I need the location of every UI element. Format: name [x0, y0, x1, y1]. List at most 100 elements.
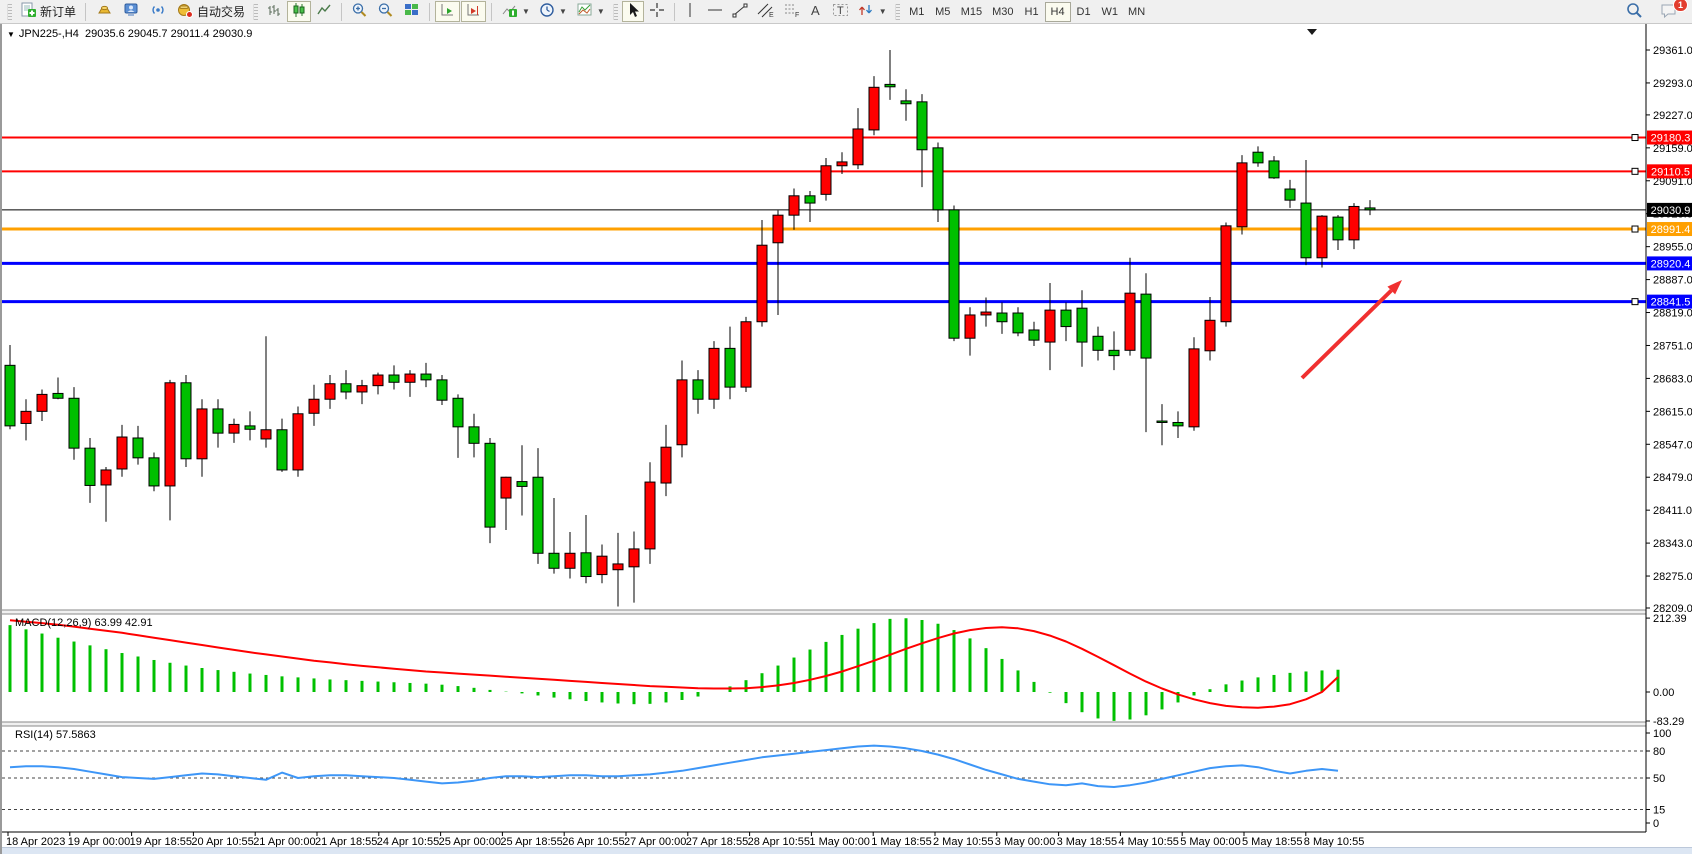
- fibonacci-button[interactable]: F: [779, 1, 804, 22]
- svg-text:28615.0: 28615.0: [1653, 406, 1692, 418]
- equidistant-channel-button[interactable]: E: [753, 1, 778, 22]
- svg-text:29159.0: 29159.0: [1653, 143, 1692, 155]
- timeframe-w1-button[interactable]: W1: [1097, 2, 1124, 22]
- line-chart-icon: [316, 2, 332, 21]
- svg-text:0.00: 0.00: [1653, 687, 1674, 699]
- trendline-icon: [732, 2, 748, 21]
- svg-text:80: 80: [1653, 746, 1665, 758]
- text-button[interactable]: A: [805, 1, 827, 22]
- new-order-button[interactable]: 新订单: [16, 1, 80, 22]
- clock-icon: [539, 2, 555, 21]
- timeframe-mn-button[interactable]: MN: [1123, 2, 1150, 22]
- timeframe-m5-button[interactable]: M5: [930, 2, 956, 22]
- arrows-icon: [858, 2, 875, 21]
- cursor-icon: [626, 2, 640, 21]
- candlestick-chart-icon: [291, 2, 307, 21]
- vertical-line-button[interactable]: [680, 1, 702, 22]
- timeframe-h1-button[interactable]: H1: [1019, 2, 1045, 22]
- tile-windows-button[interactable]: [399, 1, 424, 22]
- svg-text:-83.29: -83.29: [1653, 716, 1684, 728]
- chart-title: ▼JPN225-,H4 29035.6 29045.7 29011.4 2903…: [7, 28, 252, 40]
- level-handle[interactable]: [1632, 135, 1638, 141]
- search-button[interactable]: [1621, 1, 1647, 22]
- depth-of-market-button[interactable]: [91, 1, 117, 22]
- trend-arrow-annotation[interactable]: [1302, 280, 1402, 378]
- svg-text:28275.0: 28275.0: [1653, 571, 1692, 583]
- window-bottom-strip: [2, 847, 1692, 854]
- search-icon: [1625, 2, 1643, 22]
- macd-histogram: [10, 618, 1338, 721]
- chart-menu-arrow-icon[interactable]: ▼: [7, 30, 15, 39]
- auto-scroll-icon: [439, 2, 456, 21]
- fibonacci-icon: F: [783, 2, 800, 21]
- horizontal-level-lines[interactable]: [2, 138, 1646, 302]
- svg-text:28841.5: 28841.5: [1651, 297, 1691, 309]
- svg-text:100: 100: [1653, 728, 1671, 740]
- auto-scroll-button[interactable]: [435, 1, 460, 22]
- level-handles[interactable]: [1632, 135, 1638, 305]
- period-caret-icon: ▼: [559, 7, 567, 16]
- shapes-button[interactable]: ▼: [854, 1, 891, 22]
- text-label-button[interactable]: T: [828, 1, 853, 22]
- notifications-button[interactable]: 1: [1655, 1, 1682, 22]
- metaeditor-button[interactable]: [118, 1, 144, 22]
- time-axis[interactable]: 18 Apr 202319 Apr 00:0019 Apr 18:5520 Ap…: [6, 832, 1364, 848]
- template-button[interactable]: ▼: [572, 1, 609, 22]
- chart-shift-marker-icon[interactable]: [1307, 29, 1317, 35]
- bar-chart-button[interactable]: [262, 1, 286, 22]
- line-chart-button[interactable]: [312, 1, 336, 22]
- zoom-in-button[interactable]: [347, 1, 372, 22]
- svg-text:E: E: [769, 12, 774, 18]
- toolbar-separator: [85, 3, 86, 21]
- svg-text:28955.0: 28955.0: [1653, 242, 1692, 254]
- bar-chart-icon: [266, 2, 282, 21]
- rsi-level-lines: [2, 751, 1646, 810]
- chart-shift-marker[interactable]: [1307, 29, 1317, 35]
- level-handle[interactable]: [1632, 299, 1638, 305]
- svg-text:29180.3: 29180.3: [1651, 133, 1691, 145]
- svg-text:T: T: [837, 5, 844, 17]
- text-icon: A: [809, 2, 822, 21]
- signals-button[interactable]: [145, 1, 171, 22]
- macd-indicator-label: MACD(12,26,9) 63.99 42.91: [15, 617, 153, 629]
- svg-text:28920.4: 28920.4: [1651, 258, 1691, 270]
- vertical-line-icon: [684, 2, 696, 21]
- zoom-out-button[interactable]: [373, 1, 398, 22]
- toolbar-grip[interactable]: [7, 4, 12, 20]
- horizontal-line-icon: [707, 2, 723, 21]
- rsi-line: [10, 746, 1338, 787]
- candlestick-chart-button[interactable]: [287, 1, 311, 22]
- autotrading-icon: [176, 2, 194, 21]
- timeframe-h4-button[interactable]: H4: [1045, 2, 1071, 22]
- trendline-button[interactable]: [728, 1, 752, 22]
- cursor-button[interactable]: [622, 1, 644, 22]
- equidistant-channel-icon: E: [757, 2, 774, 21]
- crosshair-button[interactable]: [645, 1, 669, 22]
- timeframe-d1-button[interactable]: D1: [1071, 2, 1097, 22]
- chart-shift-button[interactable]: [461, 1, 486, 22]
- svg-text:29293.0: 29293.0: [1653, 78, 1692, 90]
- zoom-out-icon: [377, 2, 394, 21]
- toolbar-grip[interactable]: [253, 4, 258, 20]
- toolbar-separator: [341, 3, 342, 21]
- new-order-icon: [20, 2, 37, 21]
- toolbar-grip[interactable]: [895, 4, 900, 20]
- svg-text:28479.0: 28479.0: [1653, 472, 1692, 484]
- toolbar-separator: [491, 3, 492, 21]
- indicators-button[interactable]: ▼: [497, 1, 534, 22]
- level-handle[interactable]: [1632, 226, 1638, 232]
- timeframe-m15-button[interactable]: M15: [956, 2, 987, 22]
- timeframe-m1-button[interactable]: M1: [904, 2, 930, 22]
- rsi-layer: [10, 746, 1338, 787]
- svg-text:15: 15: [1653, 805, 1665, 817]
- main-toolbar: 新订单 自动交易: [0, 0, 1692, 24]
- toolbar-grip[interactable]: [613, 4, 618, 20]
- level-handle[interactable]: [1632, 168, 1638, 174]
- autotrading-button[interactable]: 自动交易: [172, 1, 249, 22]
- chart-canvas[interactable]: 29361.029293.029227.029159.029091.029023…: [2, 24, 1692, 854]
- horizontal-line-button[interactable]: [703, 1, 727, 22]
- period-button[interactable]: ▼: [535, 1, 571, 22]
- timeframe-m30-button[interactable]: M30: [987, 2, 1018, 22]
- price-axis[interactable]: 29361.029293.029227.029159.029091.029023…: [1646, 24, 1692, 846]
- template-icon: [576, 2, 593, 21]
